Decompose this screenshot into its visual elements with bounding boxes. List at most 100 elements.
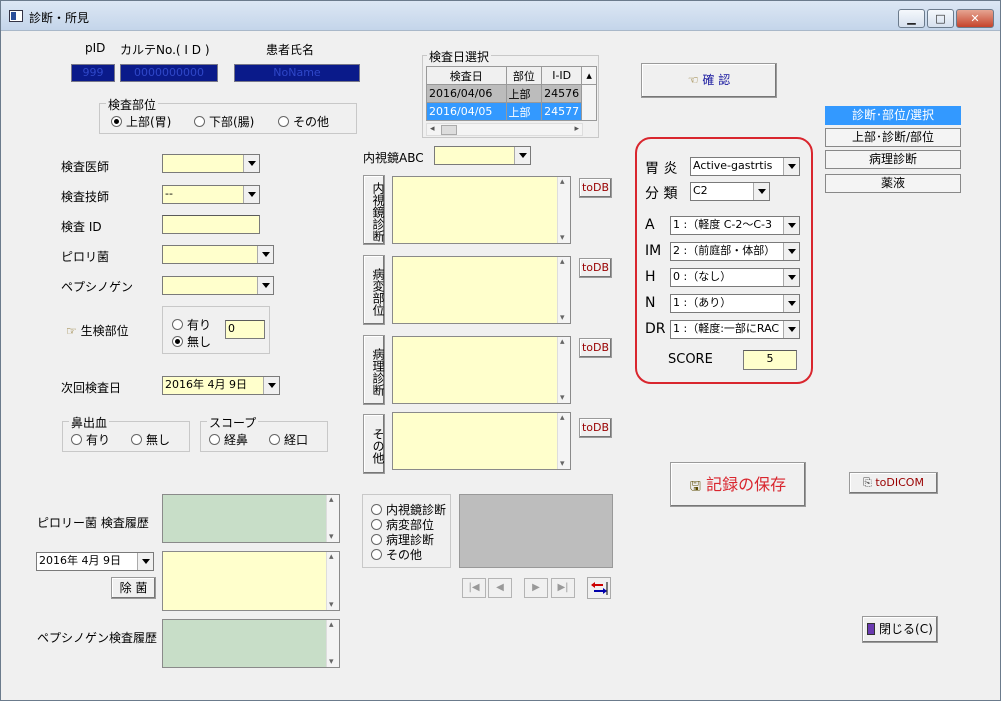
tab-other[interactable]: その他: [363, 414, 385, 474]
score-n-select[interactable]: 1 :（あり）: [670, 294, 800, 313]
maximize-button[interactable]: □: [927, 9, 954, 28]
gastritis-select[interactable]: Active-gastrtis: [690, 157, 800, 176]
eradication-button[interactable]: 除 菌: [111, 577, 156, 599]
score-h-select[interactable]: 0 :（なし）: [670, 268, 800, 287]
nav-next-button[interactable]: ▶: [524, 578, 548, 598]
grid-scroll-up[interactable]: ▴: [581, 66, 597, 85]
nav-upper-diagnosis-site[interactable]: 上部･診断/部位: [825, 128, 961, 147]
table-row[interactable]: 2016/04/06 上部 24576: [426, 84, 597, 121]
todicom-button[interactable]: ⎘ toDICOM: [849, 472, 938, 494]
chevron-down-icon[interactable]: [137, 553, 153, 570]
radio-biopsy-no[interactable]: 無し: [172, 333, 211, 350]
history-date[interactable]: 2016年 4月 9日: [36, 552, 154, 571]
scrollbar[interactable]: [557, 413, 570, 469]
chevron-down-icon[interactable]: [243, 186, 259, 203]
radio-biopsy-yes[interactable]: 有り: [172, 316, 211, 333]
radio-nosebleed-no[interactable]: 無し: [131, 431, 170, 448]
pylori-history-memo-2[interactable]: [162, 551, 340, 611]
chevron-down-icon[interactable]: [783, 243, 799, 260]
doctor-select[interactable]: [162, 154, 260, 173]
title-bar[interactable]: 診断・所見 ▁ □ ✕: [1, 1, 1000, 31]
score-im-select[interactable]: 2 :（前庭部・体部）: [670, 242, 800, 261]
pylori-history-memo[interactable]: [162, 494, 340, 543]
radio-label: 内視鏡診断: [386, 503, 447, 517]
pylori-label: ピロリ菌: [61, 250, 110, 264]
scrollbar[interactable]: [557, 257, 570, 323]
tech-select[interactable]: --: [162, 185, 260, 204]
nav-first-button[interactable]: |◀: [462, 578, 486, 598]
chevron-down-icon[interactable]: [243, 155, 259, 172]
radio-scope-nasal[interactable]: 経鼻: [209, 431, 248, 448]
todb-button-3[interactable]: toDB: [579, 338, 612, 358]
radio-label: 有り: [187, 318, 212, 332]
scrollbar[interactable]: [557, 337, 570, 403]
score-key-dr: DR: [645, 321, 666, 337]
nav-diagnosis-site-select[interactable]: 診断･部位/選択: [825, 106, 961, 125]
endoscopy-diagnosis-memo[interactable]: [392, 176, 571, 244]
chevron-down-icon[interactable]: [753, 183, 769, 200]
grid-hscrollbar[interactable]: ◂ ▸: [426, 123, 583, 136]
table-row[interactable]: 2016/04/05 上部 24577: [426, 102, 597, 121]
abc-label: 内視鏡ABC: [363, 151, 424, 165]
minimize-button[interactable]: ▁: [898, 9, 925, 28]
nav-last-button[interactable]: ▶|: [551, 578, 575, 598]
chevron-down-icon[interactable]: [257, 277, 273, 294]
chevron-down-icon[interactable]: [783, 158, 799, 175]
close-button[interactable]: 閉じる(C): [862, 616, 938, 643]
save-label: 記録の保存: [706, 475, 787, 494]
nav-medicine[interactable]: 薬液: [825, 174, 961, 193]
chevron-down-icon[interactable]: [263, 377, 279, 394]
tab-lesion-site[interactable]: 病変部位: [363, 255, 385, 325]
scroll-thumb[interactable]: [441, 125, 457, 135]
grid-scroll-track[interactable]: [581, 84, 597, 121]
swap-icon[interactable]: [587, 577, 611, 599]
score-a-select[interactable]: 1 :（軽度 C-2〜C-3: [670, 216, 800, 235]
scrollbar[interactable]: [326, 620, 339, 667]
nav-pathology-diagnosis[interactable]: 病理診断: [825, 150, 961, 169]
date-grid[interactable]: 検査日 部位 I-ID ▴ 2016/04/06 上部 24576 2016/0…: [426, 66, 597, 121]
scrollbar[interactable]: [557, 177, 570, 243]
scroll-left-icon[interactable]: ◂: [430, 124, 435, 134]
radio-lower[interactable]: 下部(腸): [194, 113, 254, 130]
chevron-down-icon[interactable]: [783, 217, 799, 234]
close-window-button[interactable]: ✕: [956, 9, 994, 28]
radio-circle: [371, 534, 382, 545]
radio-nosebleed-yes[interactable]: 有り: [71, 431, 110, 448]
radio-scope-oral[interactable]: 経口: [269, 431, 308, 448]
nav-prev-button[interactable]: ◀: [488, 578, 512, 598]
radio-other[interactable]: その他: [278, 113, 329, 130]
chevron-down-icon[interactable]: [257, 246, 273, 263]
scrollbar[interactable]: [326, 495, 339, 542]
pepsinogen-select[interactable]: [162, 276, 274, 295]
todb-button-2[interactable]: toDB: [579, 258, 612, 278]
todb-button-4[interactable]: toDB: [579, 418, 612, 438]
chevron-down-icon[interactable]: [783, 321, 799, 338]
lesion-site-memo[interactable]: [392, 256, 571, 324]
tab-endoscopy-diagnosis[interactable]: 内視鏡診断: [363, 175, 385, 245]
pepsinogen-history-memo[interactable]: [162, 619, 340, 668]
pathology-diagnosis-memo[interactable]: [392, 336, 571, 404]
tab-pathology-diagnosis[interactable]: 病理診断: [363, 335, 385, 405]
next-exam-date[interactable]: 2016年 4月 9日: [162, 376, 280, 395]
score-label: SCORE: [668, 352, 713, 367]
chevron-down-icon[interactable]: [514, 147, 530, 164]
image-preview[interactable]: [459, 494, 613, 568]
class-select[interactable]: C2: [690, 182, 770, 201]
chevron-down-icon[interactable]: [783, 295, 799, 312]
next-exam-label: 次回検査日: [61, 381, 122, 395]
save-record-button[interactable]: 🖫 記録の保存: [670, 462, 806, 507]
todb-button-1[interactable]: toDB: [579, 178, 612, 198]
chevron-down-icon[interactable]: [783, 269, 799, 286]
other-memo[interactable]: [392, 412, 571, 470]
scroll-right-icon[interactable]: ▸: [574, 124, 579, 134]
abc-select[interactable]: [434, 146, 531, 165]
confirm-button[interactable]: ☜ 確 認: [641, 63, 777, 98]
score-dr-select[interactable]: 1 :（軽度:一部にRAC: [670, 320, 800, 339]
biopsy-count-input[interactable]: 0: [225, 320, 265, 339]
pylori-select[interactable]: [162, 245, 274, 264]
scrollbar[interactable]: [326, 552, 339, 610]
score-key-n: N: [645, 295, 656, 311]
radio-upper[interactable]: 上部(胃): [111, 113, 171, 130]
exam-id-input[interactable]: [162, 215, 260, 234]
radio-img-other[interactable]: その他: [371, 546, 422, 563]
